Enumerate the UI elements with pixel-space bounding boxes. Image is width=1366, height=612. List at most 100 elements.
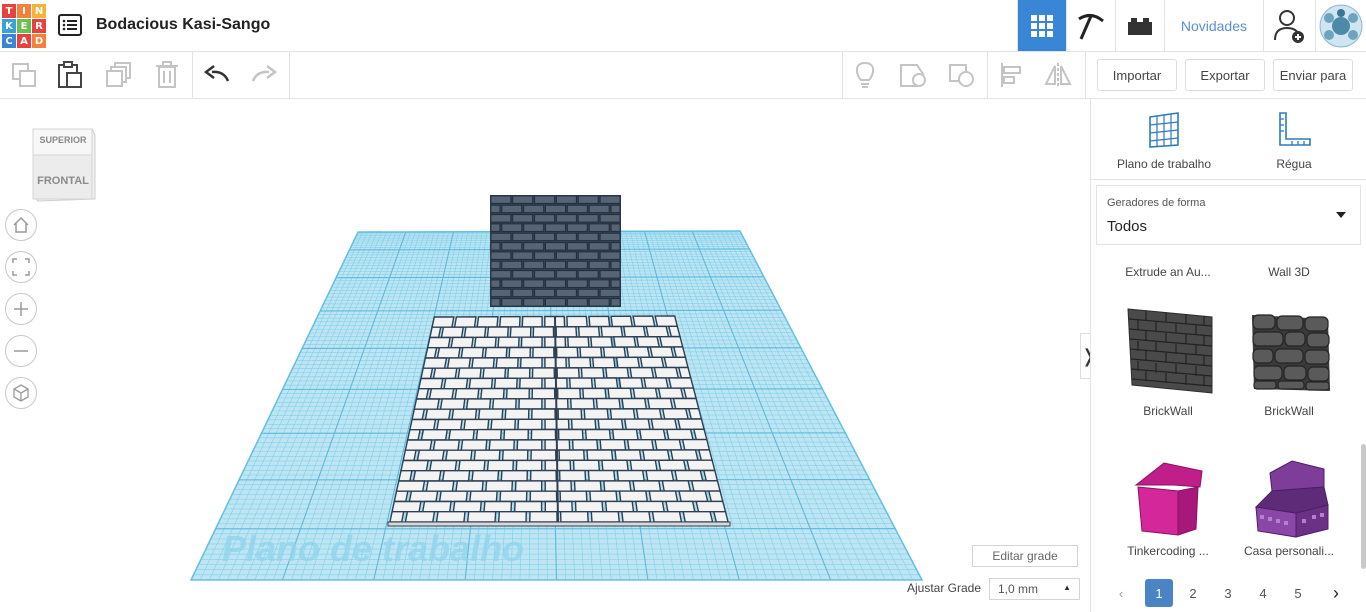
wall-brick [490,223,501,232]
floor-brick [667,325,681,338]
wall-brick [610,279,621,288]
floor-brick [426,336,451,349]
tinkercad-logo[interactable]: TIN KER CAD [2,4,46,48]
floor-brick [417,377,444,390]
floor-brick [529,490,558,503]
floor-brick [485,480,514,492]
3d-viewport[interactable]: Plano de trabalho SUPERIOR FRONTAL Edita… [0,99,1090,612]
edit-toolbar: Importar Exportar Enviar para [0,52,1366,99]
redo-button[interactable] [249,60,279,90]
prev-page-button[interactable]: ‹ [1107,579,1135,607]
wall-brick [523,260,544,270]
page-4[interactable]: 4 [1249,579,1277,607]
workplane-tool-label: Plano de trabalho [1116,157,1212,171]
ungroup-button[interactable] [947,60,977,90]
shape-generators-dropdown[interactable]: Geradores de forma Todos [1096,185,1361,245]
floor-brick [642,449,671,462]
wall-brick [556,232,577,242]
wall-brick [501,298,523,307]
view-cube[interactable]: SUPERIOR FRONTAL [30,125,96,203]
floor-brick [453,316,477,328]
novidades-link[interactable]: Novidades [1163,0,1264,52]
chevron-right-icon: › [1333,582,1339,603]
shape-label-wall3d[interactable]: Wall 3D [1234,265,1344,279]
page-2[interactable]: 2 [1179,579,1207,607]
wall-brick [567,242,588,251]
shape-brickwall-2[interactable] [1236,301,1346,401]
shape-label-extrude[interactable]: Extrude an Au... [1113,265,1223,279]
shape-brickwall-1[interactable] [1116,301,1226,401]
shape-label-brickwall-1[interactable]: BrickWall [1113,404,1223,418]
floor-brick [455,480,484,492]
floor-brick [415,388,430,400]
snap-grid-select[interactable]: 1,0 mm ▲ [989,578,1080,600]
blocks-view-button[interactable] [1065,0,1115,51]
page-1[interactable]: 1 [1145,579,1173,607]
wall-brick [534,232,555,242]
zoom-in-button[interactable] [5,293,37,325]
send-to-button[interactable]: Enviar para [1273,59,1353,91]
design-title[interactable]: Bodacious Kasi-Sango [96,16,270,34]
wall-brick [577,214,599,223]
next-page-button[interactable]: › [1322,579,1350,607]
duplicate-button[interactable] [104,60,134,90]
align-button[interactable] [996,60,1026,90]
undo-button[interactable] [202,60,232,90]
logo-letter: I [17,4,31,18]
3d-design-view-button[interactable] [1016,0,1066,51]
bricks-view-button[interactable] [1114,0,1164,51]
home-view-button[interactable] [5,209,37,241]
brick-wall-icon [1127,308,1213,394]
edit-grid-button[interactable]: Editar grade [972,545,1078,567]
floor-brick [484,346,508,359]
floor-brick [471,357,495,369]
zoom-out-button[interactable] [5,335,37,367]
floor-brick [465,398,492,410]
user-avatar[interactable] [1316,0,1366,52]
floor-brick [618,490,649,503]
floor-brick [404,511,436,523]
shape-casa-personalizada[interactable] [1236,457,1346,557]
import-button[interactable]: Importar [1097,59,1177,91]
floor-brick [600,325,624,338]
floor-brick [500,469,529,482]
design-list-icon[interactable] [58,14,82,36]
floor-brick [653,366,680,379]
workplane-tool[interactable]: Plano de trabalho [1104,111,1224,171]
page-3[interactable]: 3 [1214,579,1242,607]
floor-brick [482,367,507,379]
page-5[interactable]: 5 [1284,579,1312,607]
shape-label-casa[interactable]: Casa personali... [1234,544,1344,558]
wall-brick [490,270,512,279]
wall-brick [567,204,588,214]
group-button[interactable] [898,60,928,90]
floor-brick [402,449,417,462]
workplane-scene[interactable]: Plano de trabalho [0,99,1090,612]
mirror-button[interactable] [1043,60,1073,90]
delete-button[interactable] [152,60,182,90]
cube-icon [13,384,29,402]
wall-brick [577,195,599,204]
paste-button[interactable] [55,60,85,90]
ortho-view-button[interactable] [5,377,37,409]
export-button[interactable]: Exportar [1185,59,1265,91]
shape-label-brickwall-2[interactable]: BrickWall [1234,404,1344,418]
floor-brick [603,480,632,492]
floor-brick [682,387,698,400]
copy-button[interactable] [9,60,39,90]
floor-brick [438,490,469,503]
add-user-button[interactable] [1264,0,1316,52]
shape-label-tinkercoding[interactable]: Tinkercoding ... [1113,544,1223,558]
floor-brick [569,397,595,410]
panel-scrollbar[interactable] [1361,444,1366,569]
shape-tinkercoding[interactable] [1116,457,1226,557]
notes-button[interactable] [850,60,880,90]
tinkercad-app: TINKERCAD Bodacious Kasi-Sango Novidades… [0,0,1366,612]
floor-brick [488,439,516,451]
floor-brick [440,326,465,339]
floor-brick [618,377,644,390]
floor-brick [654,438,683,451]
fit-view-button[interactable] [5,251,37,283]
ruler-tool[interactable]: Régua [1234,111,1354,171]
floor-brick [638,428,667,441]
